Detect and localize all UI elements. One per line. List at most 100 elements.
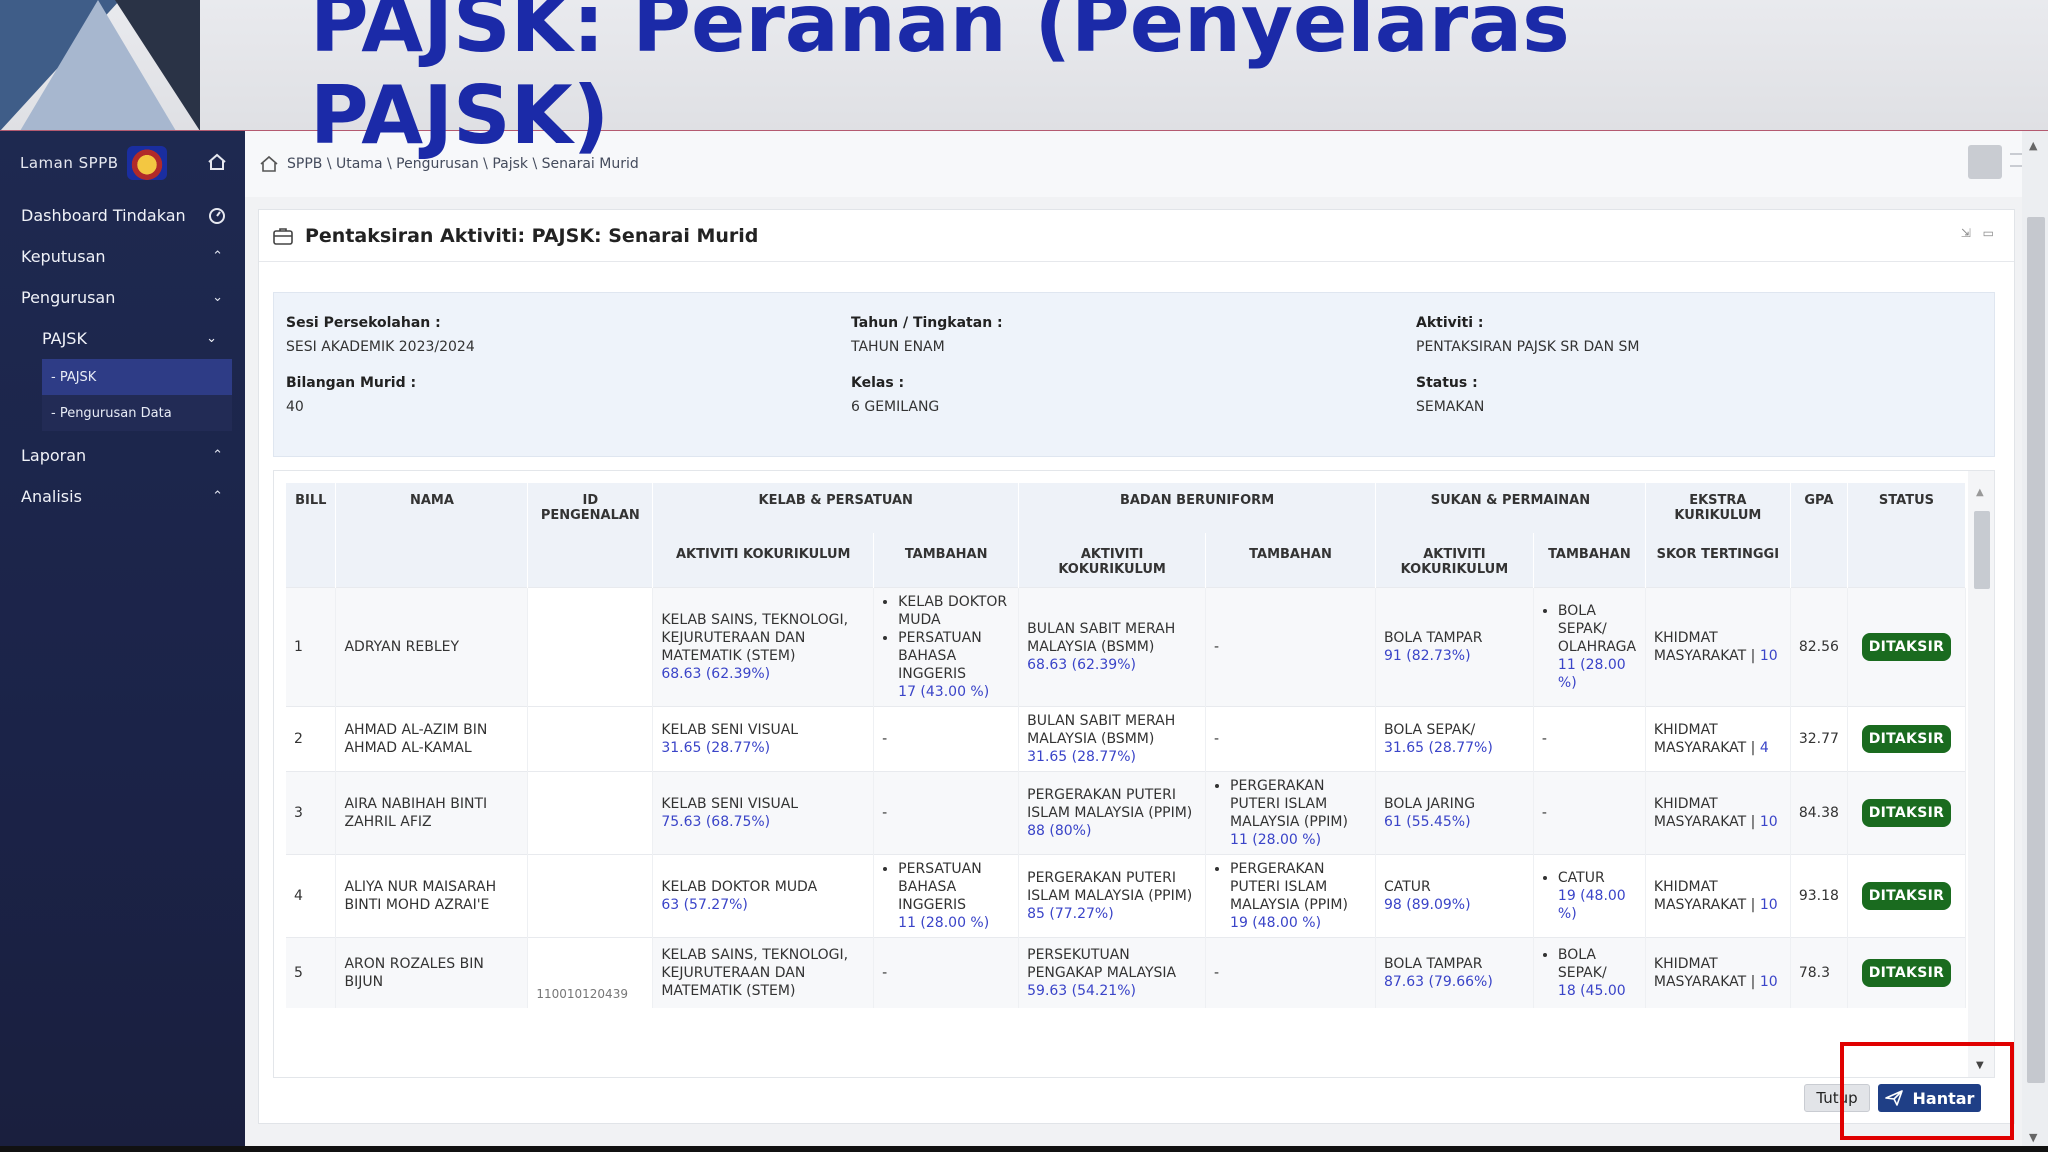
chevron-up-icon: ⌃ (212, 249, 223, 264)
list-item: BOLA SEPAK/ (1558, 946, 1637, 982)
cell-sukan-tambahan: - (1533, 771, 1646, 855)
cell-status: DITAKSIR (1847, 854, 1967, 938)
cell-text: PERSEKUTUAN PENGAKAP MALAYSIA (1027, 946, 1177, 981)
scroll-up-icon[interactable]: ▲ (1976, 487, 1984, 498)
cell-text: - (882, 805, 888, 821)
brand-label: Laman SPPB (20, 154, 119, 172)
sidebar-item-pengurusan[interactable]: Pengurusan ⌄ (0, 277, 245, 318)
cell-badan-tambahan: PERGERAKAN PUTERI ISLAM MALAYSIA (PPIM)1… (1205, 771, 1376, 855)
info-value: 6 GEMILANG (851, 399, 940, 415)
scroll-up-icon[interactable]: ▲ (2029, 139, 2037, 152)
cell-kelab-tambahan: KELAB DOKTOR MUDAPERSATUAN BAHASA INGGER… (873, 587, 1020, 707)
cell-bill: 2 (286, 706, 337, 772)
score-value: 17 (43.00 %) (898, 684, 990, 700)
info-value: 40 (286, 399, 304, 415)
sidebar-item-label: - PAJSK (51, 369, 97, 385)
score-value: 31.65 (28.77%) (661, 740, 771, 756)
bottom-strip (0, 1146, 2048, 1152)
table-row[interactable]: 1 ADRYAN REBLEY KELAB SAINS, TEKNOLOGI, … (286, 587, 1967, 707)
cell-text: KHIDMAT MASYARAKAT | (1653, 955, 1756, 990)
sidebar-item-label: Keputusan (21, 247, 106, 266)
avatar[interactable] (1968, 145, 2002, 179)
page-scrollbar[interactable]: ▲ ▼ (2022, 131, 2048, 1152)
score-value: 19 (48.00 %) (1557, 888, 1626, 922)
scroll-down-icon[interactable]: ▼ (2029, 1131, 2037, 1144)
cell-sukan: CATUR 98 (89.09%) (1375, 854, 1534, 938)
cell-text: BULAN SABIT MERAH MALAYSIA (BSMM) (1027, 713, 1176, 747)
cell-text: - (1541, 805, 1547, 821)
sidebar-brand[interactable]: Laman SPPB (0, 131, 245, 195)
info-status: Status : SEMAKAN (1416, 375, 1484, 415)
cell-status: DITAKSIR (1847, 587, 1967, 707)
cell-text: CATUR (1383, 879, 1431, 895)
cell-sukan-tambahan: BOLA SEPAK/18 (45.00 (1533, 937, 1646, 1008)
sidebar-subitem-pengurusan-data[interactable]: - Pengurusan Data (42, 395, 232, 431)
status-badge: DITAKSIR (1861, 633, 1952, 661)
cell-kelab-tambahan: PERSATUAN BAHASA INGGERIS11 (28.00 %) (873, 854, 1020, 938)
header-bill: BILL (286, 483, 337, 588)
cell-sukan: BOLA TAMPAR 87.63 (79.66%) (1375, 937, 1534, 1008)
sidebar-item-laporan[interactable]: Laporan ⌃ (0, 435, 245, 476)
home-icon[interactable] (259, 155, 279, 173)
main-card: Pentaksiran Aktiviti: PAJSK: Senarai Mur… (258, 209, 2015, 1124)
info-value: SEMAKAN (1416, 399, 1485, 415)
header-sukan-aktiviti: AKTIVITI KOKURIKULUM (1375, 533, 1534, 588)
table-row[interactable]: 4 ALIYA NUR MAISARAH BINTI MOHD AZRAI'E … (286, 854, 1967, 938)
card-tools-icon[interactable]: ⇲ ▭ (1961, 226, 1998, 240)
score-value: 63 (57.27%) (661, 897, 748, 913)
sidebar-item-keputusan[interactable]: Keputusan ⌃ (0, 236, 245, 277)
table-row[interactable]: 3 AIRA NABIHAH BINTI ZAHRIL AFIZ KELAB S… (286, 771, 1967, 855)
score-value: 10 (1759, 973, 1778, 990)
status-badge: DITAKSIR (1861, 799, 1952, 827)
sidebar-item-analisis[interactable]: Analisis ⌃ (0, 476, 245, 517)
scroll-thumb[interactable] (1974, 511, 1990, 589)
cell-gpa: 84.38 (1790, 771, 1848, 855)
table-row[interactable]: 5 ARON ROZALES BIN BIJUN 110010120439 KE… (286, 937, 1967, 1008)
score-value: 87.63 (79.66%) (1383, 973, 1493, 990)
sidebar-subitem-pajsk[interactable]: - PAJSK (42, 359, 232, 395)
table-scrollbar[interactable]: ▲ ▼ (1968, 471, 1994, 1077)
cell-text: KHIDMAT MASYARAKAT | (1653, 722, 1756, 756)
cell-text: BOLA SEPAK/ (1383, 722, 1476, 738)
cell-ekstra: KHIDMAT MASYARAKAT | 10 (1645, 587, 1791, 707)
score-value: 10 (1759, 814, 1778, 830)
table-row[interactable]: 2 AHMAD AL-AZIM BIN AHMAD AL-KAMAL KELAB… (286, 706, 1967, 772)
cell-bill: 1 (286, 587, 337, 707)
cell-id (527, 706, 654, 772)
info-label: Tahun / Tingkatan : (851, 315, 1003, 331)
header-badan: BADAN BERUNIFORM (1018, 483, 1376, 533)
score-value: 61 (55.45%) (1383, 814, 1471, 830)
list-item: PERGERAKAN PUTERI ISLAM MALAYSIA (PPIM) (1230, 860, 1367, 914)
cell-bill: 5 (286, 937, 337, 1008)
cell-text: - (1214, 964, 1220, 981)
cell-bill: 4 (286, 854, 337, 938)
info-label: Kelas : (851, 375, 905, 391)
score-value: 68.63 (62.39%) (1027, 657, 1136, 673)
cell-badan: PERSEKUTUAN PENGAKAP MALAYSIA 59.63 (54.… (1018, 937, 1207, 1008)
score-value: 68.63 (62.39%) (661, 666, 771, 682)
score-value: 11 (28.00 %) (1557, 657, 1626, 691)
score-value: 11 (28.00 %) (898, 915, 990, 931)
cell-kelab: KELAB SENI VISUAL 75.63 (68.75%) (652, 771, 875, 855)
banner-decoration (115, 0, 200, 131)
sidebar-item-dashboard[interactable]: Dashboard Tindakan (0, 195, 245, 236)
scroll-thumb[interactable] (2027, 217, 2045, 1083)
cell-badan: BULAN SABIT MERAH MALAYSIA (BSMM) 68.63 … (1018, 587, 1207, 707)
cell-badan: PERGERAKAN PUTERI ISLAM MALAYSIA (PPIM) … (1018, 771, 1207, 855)
header-gpa: GPA (1790, 483, 1848, 588)
student-table-container[interactable]: BILL NAMA ID PENGENALAN KELAB & PERSATUA… (273, 470, 1995, 1078)
header-skor: SKOR TERTINGGI (1645, 533, 1791, 588)
sidebar-item-pajsk[interactable]: PAJSK ⌄ (0, 318, 245, 359)
info-label: Status : (1416, 375, 1478, 391)
info-value: TAHUN ENAM (851, 339, 945, 355)
cell-status: DITAKSIR (1847, 937, 1967, 1008)
info-value: SESI AKADEMIK 2023/2024 (286, 339, 475, 355)
header-status: STATUS (1847, 483, 1967, 588)
home-icon[interactable] (207, 153, 227, 171)
banner-title: PAJSK: Peranan (Penyelaras PAJSK) (310, 0, 1570, 162)
score-value: 75.63 (68.75%) (661, 814, 771, 830)
cell-status: DITAKSIR (1847, 706, 1967, 772)
cell-sukan-tambahan: BOLA SEPAK/ OLAHRAGA11 (28.00 %) (1533, 587, 1646, 707)
briefcase-icon (273, 227, 293, 245)
chevron-up-icon: ⌃ (212, 489, 223, 504)
